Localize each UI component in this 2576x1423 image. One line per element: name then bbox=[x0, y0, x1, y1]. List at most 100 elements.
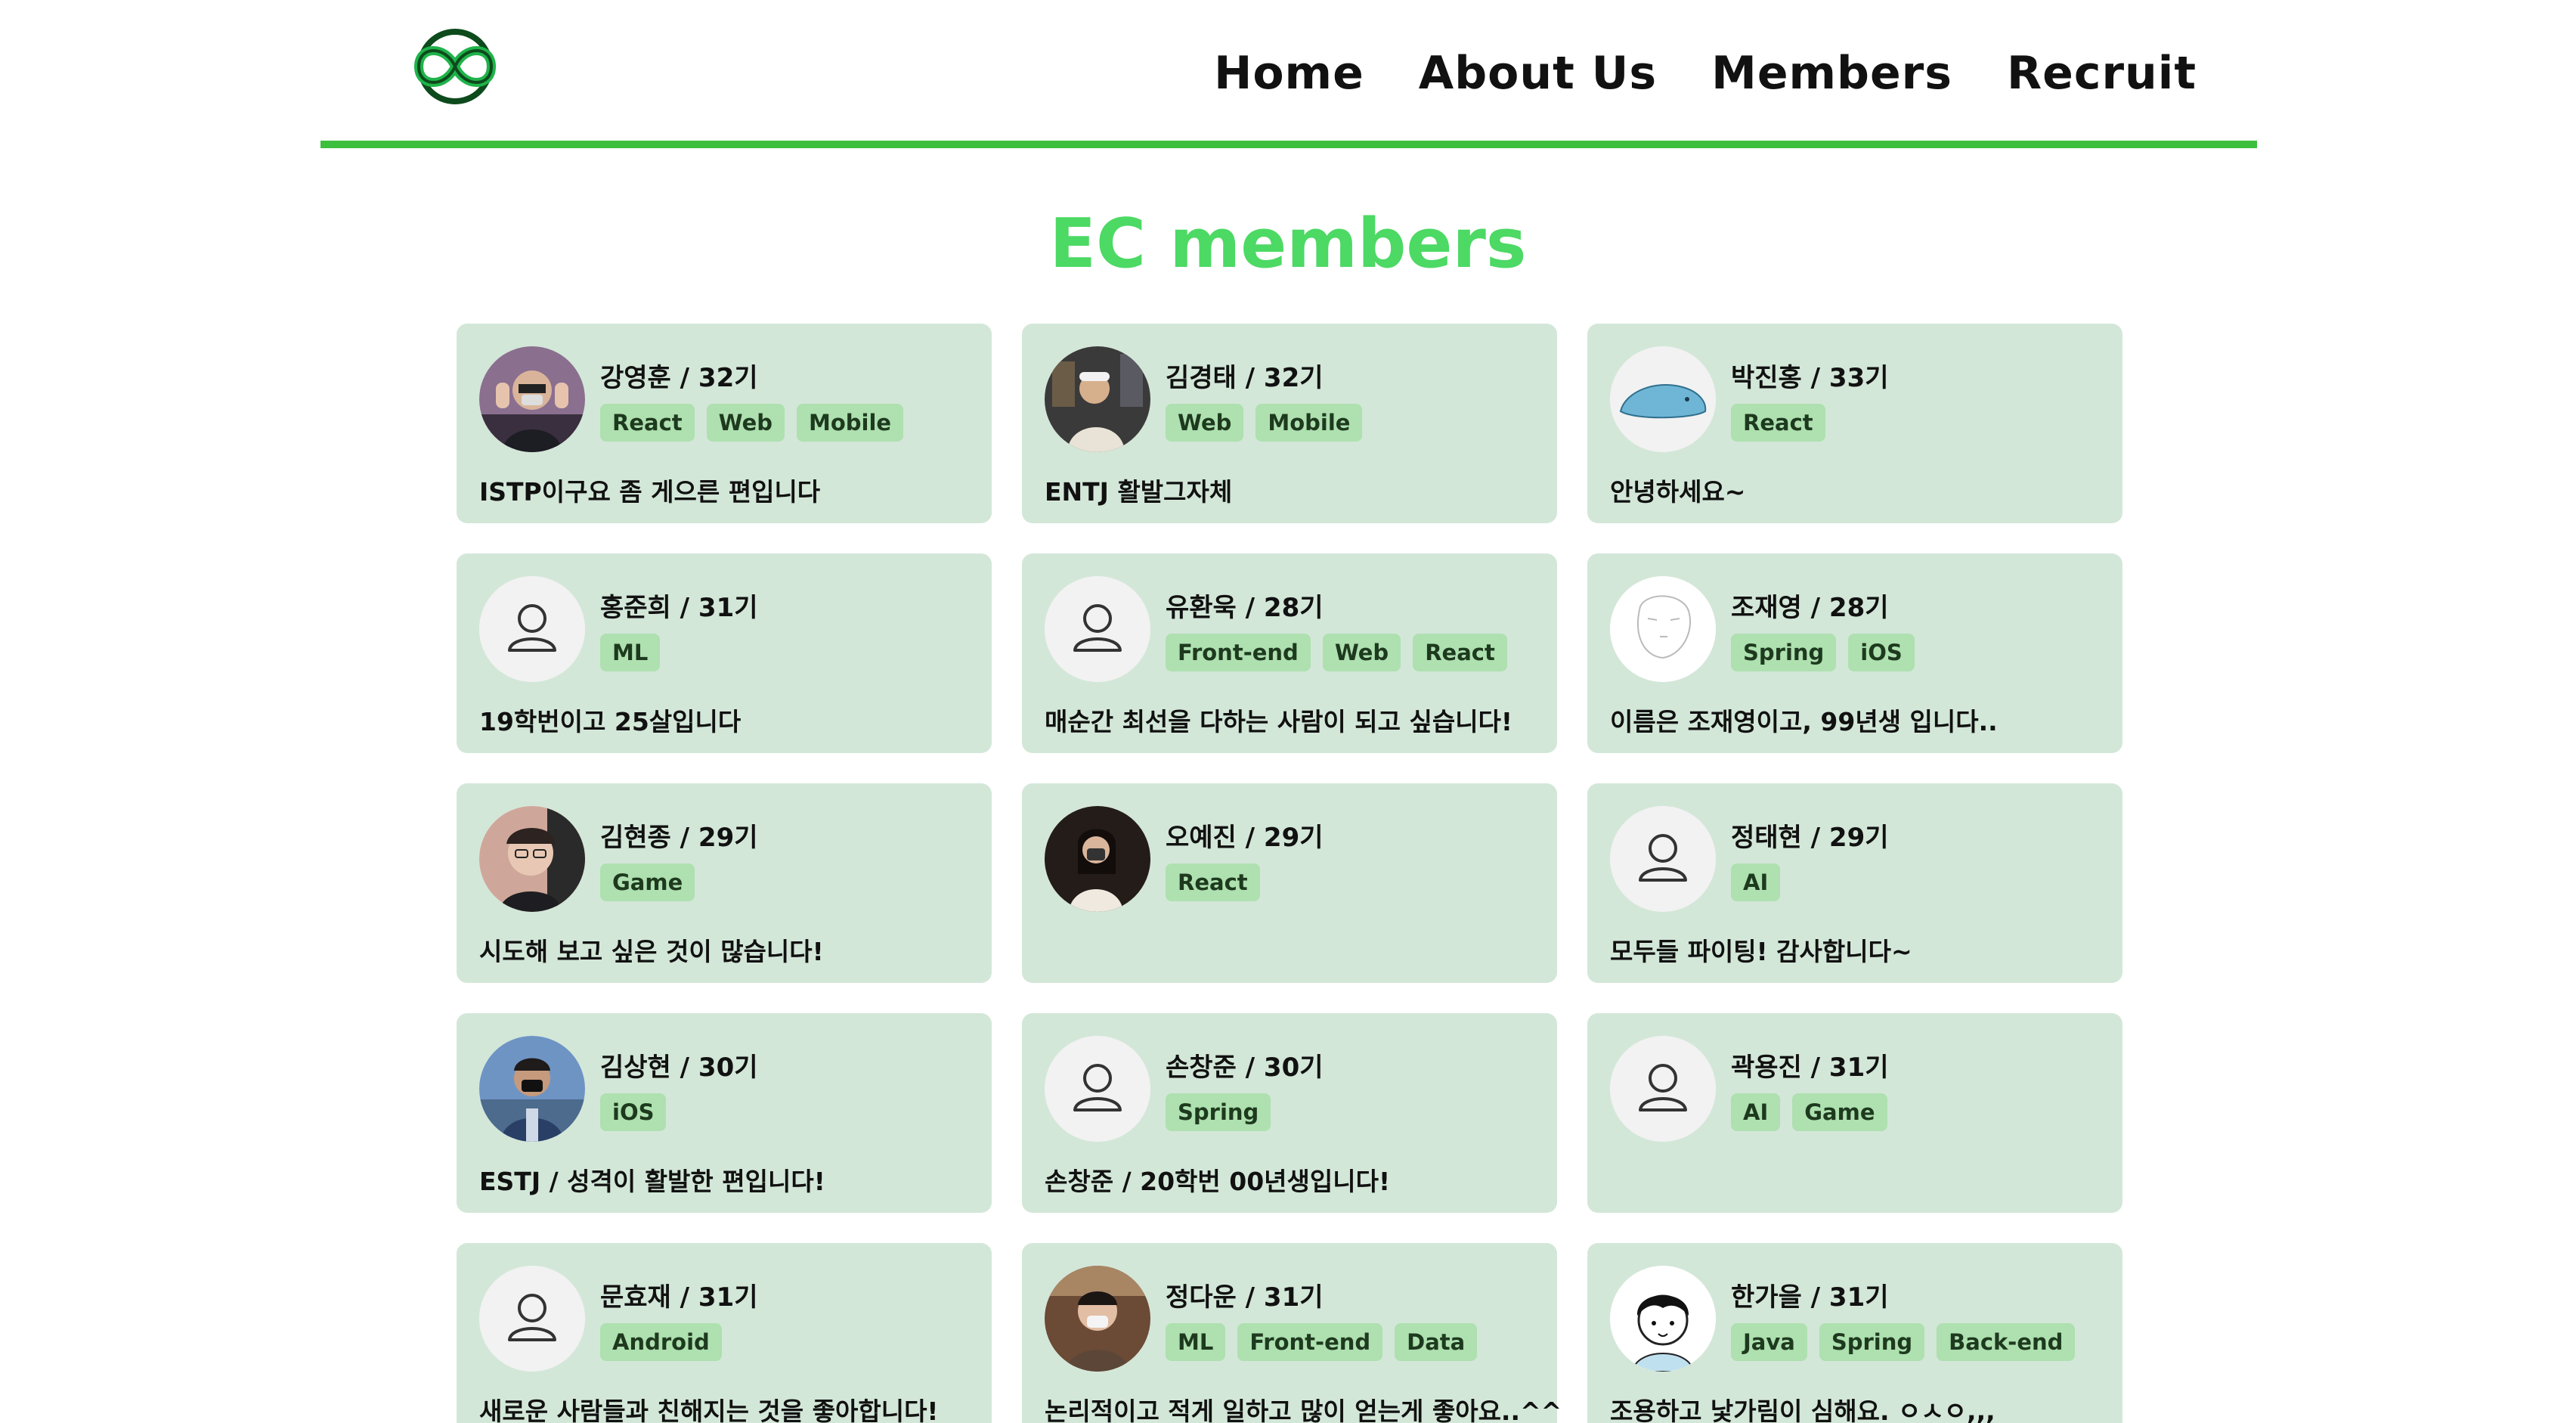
member-tags: Android bbox=[600, 1323, 722, 1361]
skill-tag: Web bbox=[1322, 634, 1401, 671]
user-icon bbox=[1045, 1036, 1150, 1142]
page: Home About Us Members Recruit EC members… bbox=[0, 0, 2576, 1423]
member-name: 오예진 / 29기 bbox=[1166, 823, 1324, 853]
member-card[interactable]: 김상현 / 30기 iOS ESTJ / 성격이 활발한 편입니다! bbox=[457, 1013, 992, 1213]
member-card[interactable]: 문효재 / 31기 Android 새로운 사람들과 친해지는 것을 좋아합니다! bbox=[457, 1243, 992, 1423]
user-icon bbox=[1610, 806, 1716, 912]
member-name: 한가을 / 31기 bbox=[1731, 1282, 1889, 1313]
member-bio: 이름은 조재영이고, 99년생 입니다.. bbox=[1610, 707, 1998, 736]
members-grid: 강영훈 / 32기 React Web Mobile ISTP이구요 좀 게으른 편입니… bbox=[457, 324, 2122, 1423]
nav-home-link[interactable]: Home bbox=[1214, 47, 1364, 100]
skill-tag: Data bbox=[1395, 1323, 1478, 1361]
site-header: Home About Us Members Recruit bbox=[320, 0, 2257, 148]
skill-tag: React bbox=[1166, 863, 1260, 901]
member-card[interactable]: 김현종 / 29기 Game 시도해 보고 싶은 것이 많습니다! bbox=[457, 783, 992, 983]
member-tags: React Web Mobile bbox=[600, 404, 904, 442]
member-name: 김현종 / 29기 bbox=[600, 823, 758, 853]
member-bio: 19학번이고 25살입니다 bbox=[479, 707, 742, 736]
member-bio: 안녕하세요~ bbox=[1610, 477, 1746, 507]
member-avatar bbox=[479, 1036, 585, 1142]
member-bio: 시도해 보고 싶은 것이 많습니다! bbox=[479, 937, 824, 966]
logo-icon[interactable] bbox=[402, 29, 508, 104]
section-title: EC members bbox=[1049, 204, 1527, 284]
skill-tag: React bbox=[1413, 634, 1507, 671]
skill-tag: Game bbox=[600, 863, 695, 901]
member-tags: Front-end Web React bbox=[1166, 634, 1507, 671]
member-card[interactable]: 정태현 / 29기 AI 모두들 파이팅! 감사합니다~ bbox=[1587, 783, 2122, 983]
member-tags: Game bbox=[600, 863, 695, 901]
member-avatar bbox=[1045, 806, 1150, 912]
member-name: 문효재 / 31기 bbox=[600, 1282, 758, 1313]
member-card[interactable]: 곽용진 / 31기 AI Game bbox=[1587, 1013, 2122, 1213]
member-name: 강영훈 / 32기 bbox=[600, 363, 758, 393]
member-name: 홍준희 / 31기 bbox=[600, 593, 758, 623]
member-name: 유환욱 / 28기 bbox=[1166, 593, 1324, 623]
member-bio: 조용하고 낯가림이 심해요. ㅇㅅㅇ,,, bbox=[1610, 1397, 1995, 1423]
user-icon bbox=[479, 1266, 585, 1372]
member-bio: ISTP이구요 좀 게으른 편입니다 bbox=[479, 477, 821, 507]
skill-tag: AI bbox=[1731, 1093, 1781, 1131]
main-nav: Home About Us Members Recruit bbox=[1214, 32, 2197, 115]
member-name: 정태현 / 29기 bbox=[1731, 823, 1889, 853]
member-card[interactable]: 정다운 / 31기 ML Front-end Data 논리적이고 적게 일하고 많이 … bbox=[1022, 1243, 1562, 1423]
skill-tag: iOS bbox=[600, 1093, 667, 1131]
member-tags: ML bbox=[600, 634, 661, 671]
member-name: 곽용진 / 31기 bbox=[1731, 1053, 1889, 1083]
member-tags: iOS bbox=[600, 1093, 667, 1131]
member-avatar bbox=[1045, 346, 1150, 452]
nav-about-link[interactable]: About Us bbox=[1419, 47, 1657, 100]
member-card[interactable]: 조재영 / 28기 Spring iOS 이름은 조재영이고, 99년생 입니다.. bbox=[1587, 553, 2122, 753]
skill-tag: AI bbox=[1731, 863, 1781, 901]
member-card[interactable]: 박진홍 / 33기 React 안녕하세요~ bbox=[1587, 324, 2122, 523]
member-tags: Web Mobile bbox=[1166, 404, 1363, 442]
member-tags: React bbox=[1731, 404, 1825, 442]
member-bio: 모두들 파이팅! 감사합니다~ bbox=[1610, 937, 1912, 966]
member-card[interactable]: 오예진 / 29기 React bbox=[1022, 783, 1557, 983]
skill-tag: Back-end bbox=[1937, 1323, 2076, 1361]
skill-tag: ML bbox=[600, 634, 661, 671]
skill-tag: Web bbox=[706, 404, 785, 442]
member-name: 김경태 / 32기 bbox=[1166, 363, 1324, 393]
member-avatar bbox=[1610, 346, 1716, 452]
member-avatar bbox=[479, 346, 585, 452]
member-bio: 새로운 사람들과 친해지는 것을 좋아합니다! bbox=[479, 1397, 939, 1423]
user-icon bbox=[1610, 1036, 1716, 1142]
skill-tag: Web bbox=[1166, 404, 1244, 442]
skill-tag: Spring bbox=[1166, 1093, 1271, 1131]
skill-tag: React bbox=[1731, 404, 1825, 442]
member-card[interactable]: 손창준 / 30기 Spring 손창준 / 20학번 00년생입니다! bbox=[1022, 1013, 1557, 1213]
nav-members-link[interactable]: Members bbox=[1711, 47, 1952, 100]
member-avatar bbox=[1610, 1266, 1716, 1372]
skill-tag: Front-end bbox=[1166, 634, 1311, 671]
member-card[interactable]: 한가을 / 31기 Java Spring Back-end 조용하고 낯가림이 심해요… bbox=[1587, 1243, 2122, 1423]
member-avatar bbox=[479, 806, 585, 912]
nav-recruit-link[interactable]: Recruit bbox=[2007, 47, 2197, 100]
member-tags: React bbox=[1166, 863, 1260, 901]
member-bio: 논리적이고 적게 일하고 많이 얻는게 좋아요..^^ bbox=[1045, 1397, 1562, 1423]
member-card[interactable]: 홍준희 / 31기 ML 19학번이고 25살입니다 bbox=[457, 553, 992, 753]
skill-tag: Front-end bbox=[1237, 1323, 1383, 1361]
skill-tag: Game bbox=[1792, 1093, 1887, 1131]
skill-tag: React bbox=[600, 404, 695, 442]
member-avatar bbox=[1045, 1266, 1150, 1372]
member-tags: Java Spring Back-end bbox=[1731, 1323, 2076, 1361]
skill-tag: Mobile bbox=[797, 404, 904, 442]
member-card[interactable]: 강영훈 / 32기 React Web Mobile ISTP이구요 좀 게으른 편입니… bbox=[457, 324, 992, 523]
skill-tag: ML bbox=[1166, 1323, 1226, 1361]
member-bio: ENTJ 활발그자체 bbox=[1045, 477, 1233, 507]
member-name: 박진홍 / 33기 bbox=[1731, 363, 1889, 393]
member-card[interactable]: 유환욱 / 28기 Front-end Web React 매순간 최선을 다하는 사람… bbox=[1022, 553, 1557, 753]
skill-tag: Android bbox=[600, 1323, 722, 1361]
user-icon bbox=[479, 576, 585, 682]
skill-tag: Java bbox=[1731, 1323, 1807, 1361]
user-icon bbox=[1045, 576, 1150, 682]
member-name: 정다운 / 31기 bbox=[1166, 1282, 1324, 1313]
skill-tag: Spring bbox=[1731, 634, 1837, 671]
member-name: 조재영 / 28기 bbox=[1731, 593, 1889, 623]
member-tags: AI bbox=[1731, 863, 1781, 901]
skill-tag: Mobile bbox=[1255, 404, 1363, 442]
member-bio: 매순간 최선을 다하는 사람이 되고 싶습니다! bbox=[1045, 707, 1512, 736]
member-card[interactable]: 김경태 / 32기 Web Mobile ENTJ 활발그자체 bbox=[1022, 324, 1557, 523]
member-tags: AI Game bbox=[1731, 1093, 1887, 1131]
member-bio: ESTJ / 성격이 활발한 편입니다! bbox=[479, 1167, 825, 1196]
